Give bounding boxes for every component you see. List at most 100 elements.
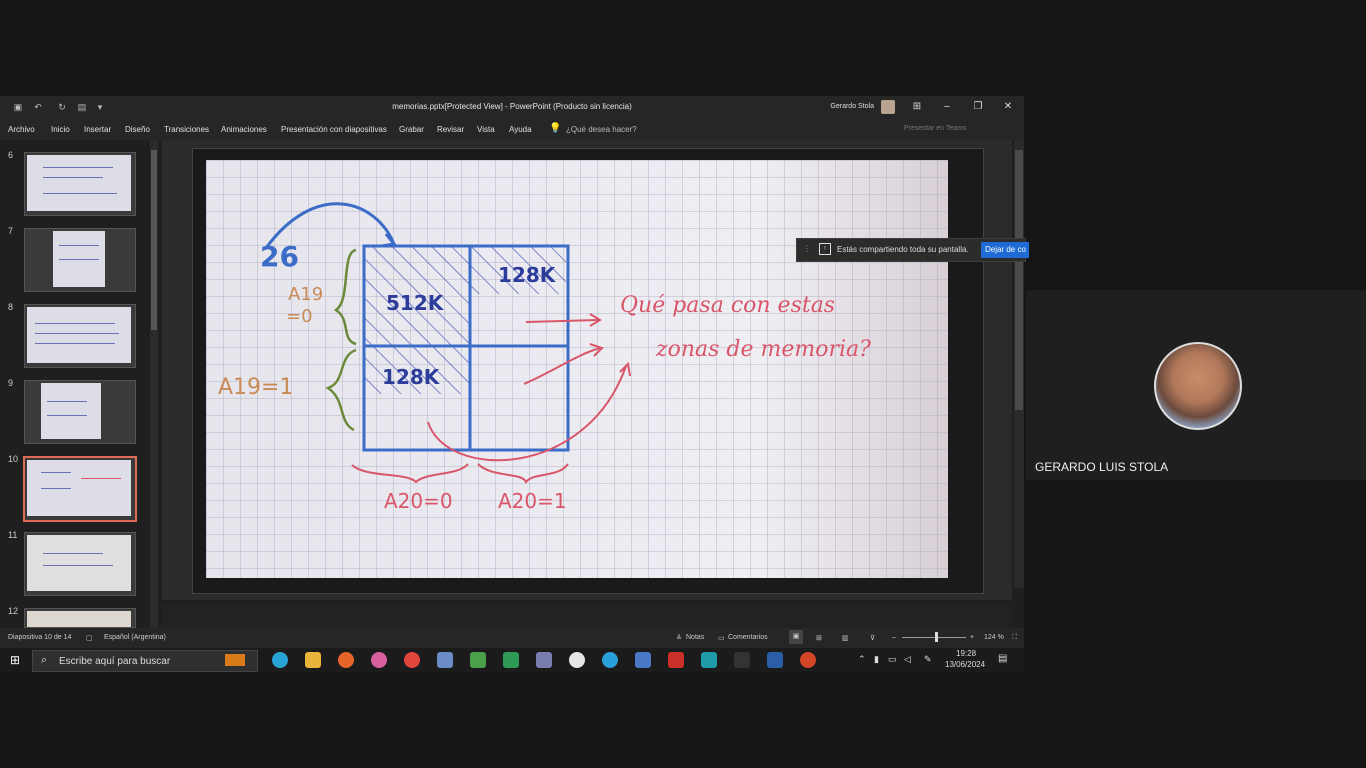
accessibility-icon[interactable]: ▢: [86, 634, 93, 642]
tray-volume-icon[interactable]: ◁: [904, 654, 911, 665]
windows-start-icon[interactable]: ⊞: [10, 653, 20, 667]
slide-photo[interactable]: 26 A19 =0 A19=1 512K 128K 128K Qué pasa …: [206, 160, 948, 578]
tray-pen-icon[interactable]: ✎: [924, 654, 932, 665]
notes-icon[interactable]: ≜: [676, 634, 682, 642]
notes-area[interactable]: [162, 604, 1012, 628]
tray-chevron-icon[interactable]: ⌃: [858, 654, 866, 665]
normal-view-icon[interactable]: ▣: [789, 630, 803, 644]
status-bar: Diapositiva 10 de 14 ▢ Español (Argentin…: [0, 628, 1024, 648]
slideshow-icon[interactable]: ⊽: [870, 634, 875, 642]
app-icon[interactable]: [470, 652, 486, 668]
tab-presentacion[interactable]: Presentación con diapositivas: [281, 125, 387, 134]
slide-counter: Diapositiva 10 de 14: [8, 634, 72, 641]
thumb-number: 6: [8, 150, 14, 160]
zoom-slider[interactable]: [902, 637, 966, 638]
thumbnail-scrollbar-thumb[interactable]: [151, 150, 157, 330]
search-placeholder: Escribe aquí para buscar: [59, 656, 171, 667]
chrome-icon[interactable]: [404, 652, 420, 668]
tab-grabar[interactable]: Grabar: [399, 125, 424, 134]
stop-sharing-button[interactable]: Dejar de co: [981, 242, 1029, 258]
thumbnail-slide-10[interactable]: [23, 456, 137, 522]
thumbnail-slide-12[interactable]: [24, 608, 136, 628]
tray-network-icon[interactable]: ▭: [888, 654, 897, 665]
drag-handle-icon[interactable]: ⋮: [803, 244, 811, 253]
tab-animaciones[interactable]: Animaciones: [221, 125, 267, 134]
thumb-number: 11: [8, 530, 18, 540]
thumbnail-slide-6[interactable]: [24, 152, 136, 216]
participant-tile: GERARDO LUIS STOLA: [1026, 290, 1366, 480]
user-name[interactable]: Gerardo Stola: [830, 103, 874, 110]
zoom-out-icon[interactable]: –: [892, 634, 896, 641]
tab-inicio[interactable]: Inicio: [51, 125, 70, 134]
slide-sorter-icon[interactable]: ⊞: [816, 634, 822, 642]
edge-icon[interactable]: [272, 652, 288, 668]
minimize-button[interactable]: –: [938, 99, 956, 115]
tell-me-search[interactable]: ¿Qué desea hacer?: [566, 125, 637, 134]
comments-icon[interactable]: ▭: [718, 634, 725, 642]
a19-zero: =0: [286, 306, 313, 327]
tab-vista[interactable]: Vista: [477, 125, 495, 134]
app-icon[interactable]: [569, 652, 585, 668]
restore-button[interactable]: ❐: [969, 99, 987, 115]
a20-zero: A20=0: [384, 489, 453, 513]
close-button[interactable]: ✕: [999, 99, 1017, 115]
thumbnail-slide-9[interactable]: [24, 380, 136, 444]
shared-screen: ▣ ↶ ↻ ▤ ▾ memorias.pptx[Protected View] …: [0, 96, 1024, 672]
tab-diseno[interactable]: Diseño: [125, 125, 150, 134]
reading-view-icon[interactable]: ▥: [842, 634, 849, 642]
slide-scrollbar[interactable]: [1014, 140, 1024, 588]
notifications-icon[interactable]: ▤: [998, 653, 1007, 664]
app-icon[interactable]: [503, 652, 519, 668]
tab-revisar[interactable]: Revisar: [437, 125, 464, 134]
ribbon-tabs: Archivo Inicio Insertar Diseño Transicio…: [0, 118, 1024, 140]
a19-label: A19: [288, 284, 323, 305]
app-icon[interactable]: [536, 652, 552, 668]
question-line-1: Qué pasa con estas: [620, 293, 835, 318]
participant-avatar: [1154, 342, 1242, 430]
language-indicator[interactable]: Español (Argentina): [104, 634, 166, 641]
share-screen-icon: ↑: [819, 243, 831, 255]
powerpoint-icon[interactable]: [800, 652, 816, 668]
comments-button[interactable]: Comentarios: [728, 634, 768, 641]
windows-taskbar: ⊞ ⌕ Escribe aquí para buscar ⌃ ▮ ▭ ◁ ✎ 1…: [0, 648, 1024, 672]
thumbnail-slide-11[interactable]: [24, 532, 136, 596]
tab-transiciones[interactable]: Transiciones: [164, 125, 209, 134]
thumbnail-slide-7[interactable]: [24, 228, 136, 292]
zoom-in-icon[interactable]: +: [970, 634, 974, 641]
search-icon: ⌕: [41, 654, 48, 666]
participant-name: GERARDO LUIS STOLA: [1035, 460, 1169, 474]
tab-insertar[interactable]: Insertar: [84, 125, 111, 134]
zoom-level[interactable]: 124 %: [984, 634, 1004, 641]
app-icon[interactable]: [371, 652, 387, 668]
clock-time[interactable]: 19:28: [956, 649, 976, 658]
present-in-teams[interactable]: Presentar en Teams: [904, 125, 967, 132]
handwritten-diagram: 26 A19 =0 A19=1 512K 128K 128K Qué pasa …: [206, 160, 948, 578]
thumb-number: 10: [8, 454, 19, 464]
slide-thumbnail-pane: 6 7 8 9 10 11 12: [0, 140, 160, 628]
a19-one: A19=1: [218, 375, 293, 400]
app-icon[interactable]: [734, 652, 750, 668]
arduino-icon[interactable]: [701, 652, 717, 668]
tab-ayuda[interactable]: Ayuda: [509, 125, 532, 134]
slide-scrollbar-thumb[interactable]: [1015, 150, 1023, 410]
zoom-slider-thumb[interactable]: [935, 632, 938, 642]
value-26: 26: [260, 240, 299, 273]
a20-one: A20=1: [498, 489, 567, 513]
tab-archivo[interactable]: Archivo: [8, 125, 35, 134]
user-avatar[interactable]: [881, 100, 895, 114]
telegram-icon[interactable]: [602, 652, 618, 668]
ribbon-display-icon[interactable]: ⊞: [908, 99, 926, 115]
fit-slide-icon[interactable]: ⛶: [1012, 634, 1017, 642]
screen-share-banner: ⋮ ↑ Estás compartiendo toda su pantalla.…: [796, 238, 1029, 262]
app-icon[interactable]: [635, 652, 651, 668]
notes-button[interactable]: Notas: [686, 634, 704, 641]
firefox-icon[interactable]: [338, 652, 354, 668]
powershell-icon[interactable]: [767, 652, 783, 668]
clock-date[interactable]: 13/06/2024: [945, 660, 985, 669]
tray-usb-icon[interactable]: ▮: [874, 654, 879, 665]
thumbnail-slide-8[interactable]: [24, 304, 136, 368]
virtualbox-icon[interactable]: [437, 652, 453, 668]
file-explorer-icon[interactable]: [305, 652, 321, 668]
filezilla-icon[interactable]: [668, 652, 684, 668]
taskbar-search[interactable]: ⌕ Escribe aquí para buscar: [32, 650, 258, 672]
